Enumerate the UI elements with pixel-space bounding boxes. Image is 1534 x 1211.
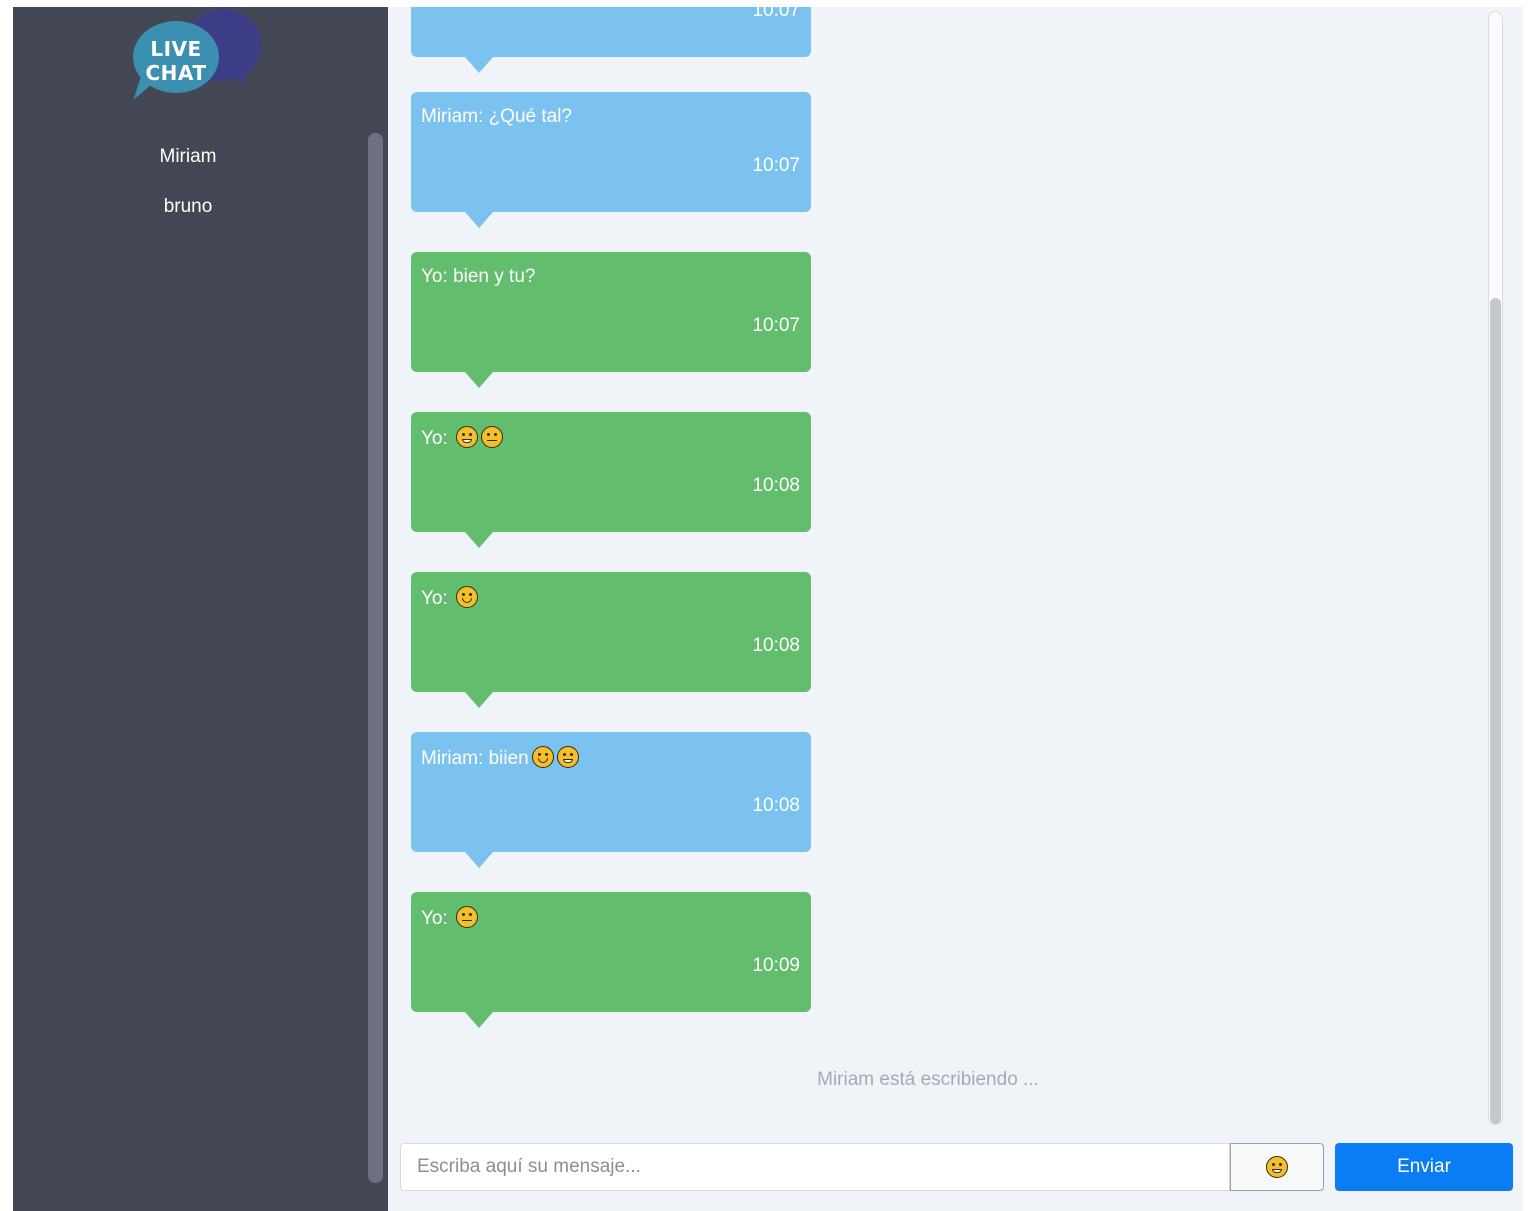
chat-scrollbar[interactable]	[1488, 11, 1503, 1125]
message-text: Yo:	[421, 426, 504, 450]
live-chat-logo: LIVE CHAT	[131, 7, 271, 111]
message-time: 10:08	[752, 635, 800, 656]
message-time: 10:08	[752, 475, 800, 496]
message-text: Yo: bien y tu?	[421, 266, 536, 287]
message-text: Yo:	[421, 586, 479, 610]
message-bubble: Yo: 10:08	[411, 572, 811, 708]
smiling-face-emoji	[531, 746, 554, 768]
message-bubble: Yo: 10:08	[411, 412, 811, 548]
message-bubble: Yo: 10:09	[411, 892, 811, 1028]
message-input[interactable]	[400, 1143, 1230, 1191]
message-time: 10:07	[752, 7, 800, 21]
smiling-face-emoji	[456, 586, 479, 608]
grinning-face-icon	[1266, 1156, 1288, 1178]
message-text: Miriam: ¿Qué tal?	[421, 106, 572, 127]
contact-item-bruno[interactable]: bruno	[13, 195, 363, 245]
message-bubble: Yo: bien y tu? 10:07	[411, 252, 811, 388]
grinning-face-emoji	[456, 426, 479, 448]
send-button[interactable]: Enviar	[1335, 1143, 1513, 1191]
message-bubble: 10:07	[411, 7, 811, 73]
message-bubble: Miriam: ¿Qué tal? 10:07	[411, 92, 811, 228]
message-time: 10:07	[752, 315, 800, 336]
message-time: 10:07	[752, 155, 800, 176]
chat-scrollbar-thumb[interactable]	[1490, 298, 1501, 1124]
message-list: 10:07 Miriam: ¿Qué tal? 10:07 Yo: bien y…	[388, 7, 1483, 1127]
emoji-picker-button[interactable]	[1230, 1143, 1324, 1191]
message-time: 10:08	[752, 795, 800, 816]
message-time: 10:09	[752, 955, 800, 976]
chat-panel: 10:07 Miriam: ¿Qué tal? 10:07 Yo: bien y…	[388, 7, 1523, 1211]
grinning-face-emoji	[556, 746, 579, 768]
message-bubble: Miriam: biien 10:08	[411, 732, 811, 868]
neutral-face-emoji	[481, 426, 504, 448]
contact-list: Miriam bruno	[13, 145, 363, 245]
logo-text: LIVE CHAT	[145, 37, 207, 85]
sidebar: LIVE CHAT Miriam bruno	[13, 7, 388, 1211]
message-text: Miriam: biien	[421, 746, 579, 770]
contact-item-miriam[interactable]: Miriam	[13, 145, 363, 195]
expressionless-face-emoji	[456, 906, 479, 928]
message-text: Yo:	[421, 906, 479, 930]
typing-indicator: Miriam está escribiendo ...	[817, 1069, 1039, 1090]
sidebar-scrollbar[interactable]	[368, 133, 383, 1183]
